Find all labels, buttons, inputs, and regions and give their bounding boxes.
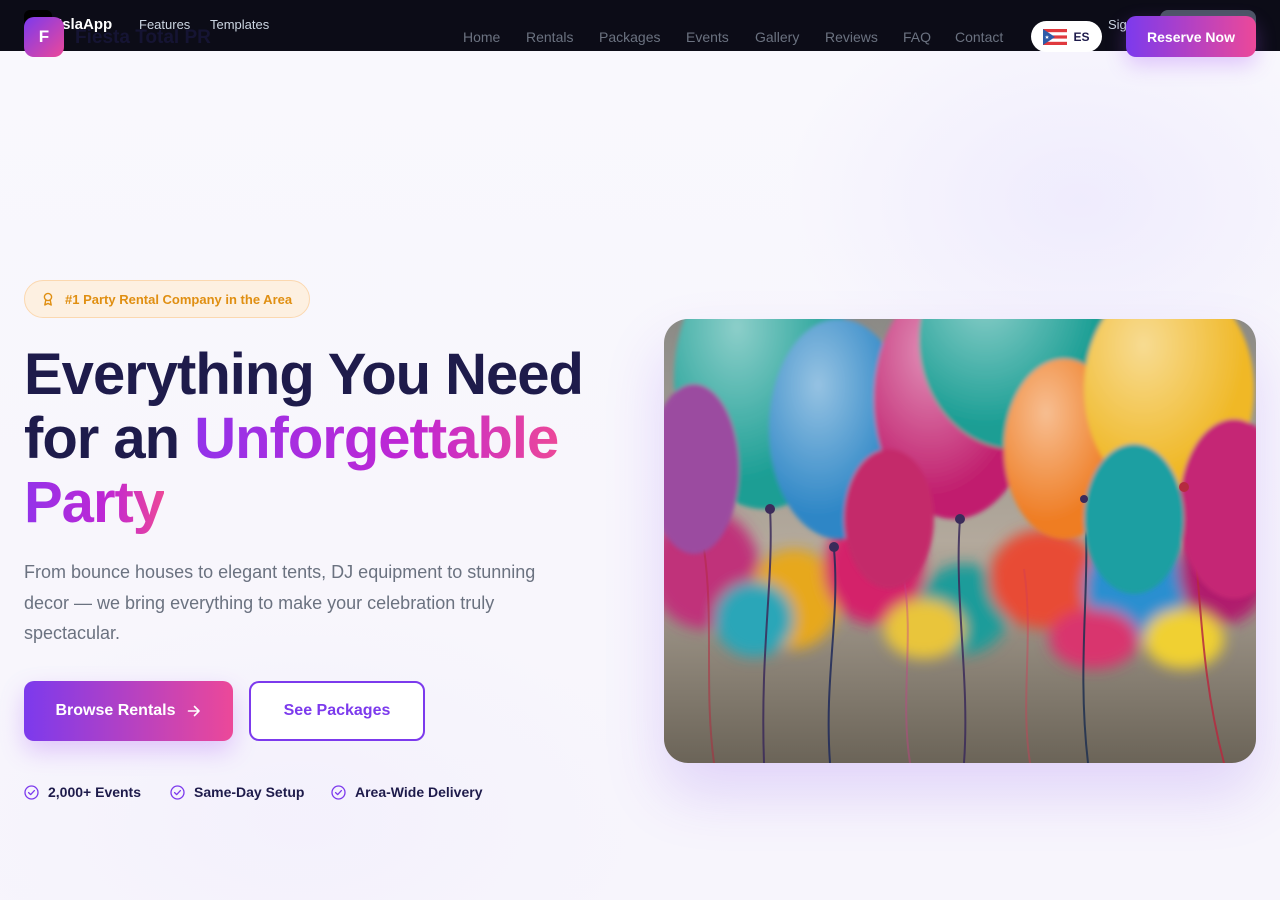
feature-events: 2,000+ Events — [24, 782, 141, 802]
platform-link-templates[interactable]: Templates — [210, 17, 269, 32]
nav-events[interactable]: Events — [686, 29, 729, 45]
feature-delivery: Area-Wide Delivery — [331, 782, 482, 802]
nav-faq[interactable]: FAQ — [903, 29, 931, 45]
hero-title-highlight-unforgettable: Unforgettable — [194, 406, 559, 471]
feature-delivery-label: Area-Wide Delivery — [355, 784, 483, 800]
balloons-illustration — [664, 319, 1256, 763]
hero-balloons-image — [664, 319, 1256, 763]
browse-rentals-button[interactable]: Browse Rentals — [24, 681, 233, 741]
nav-packages[interactable]: Packages — [599, 29, 660, 45]
feature-same-day-setup: Same-Day Setup — [170, 782, 304, 802]
feature-events-label: 2,000+ Events — [48, 784, 142, 800]
hero-title-line2-prefix: for an — [24, 406, 195, 471]
check-circle-icon — [24, 784, 39, 800]
nav-home[interactable]: Home — [463, 29, 500, 45]
nav-rentals[interactable]: Rentals — [526, 29, 573, 45]
hero-title-line1: Everything You Need — [24, 342, 584, 407]
nav-contact[interactable]: Contact — [955, 29, 1003, 45]
nav-reviews[interactable]: Reviews — [825, 29, 878, 45]
check-circle-icon — [331, 784, 346, 800]
platform-signin-link[interactable]: Sig — [1108, 17, 1127, 32]
hero-badge-text: #1 Party Rental Company in the Area — [65, 291, 293, 307]
browse-rentals-label: Browse Rentals — [55, 702, 176, 719]
site-name[interactable]: Fiesta Total PR — [75, 27, 211, 49]
nav-gallery[interactable]: Gallery — [755, 29, 799, 45]
hero-badge: #1 Party Rental Company in the Area — [24, 280, 310, 318]
hero-subtitle: From bounce houses to elegant tents, DJ … — [24, 562, 536, 643]
feature-same-day-label: Same-Day Setup — [194, 784, 305, 800]
award-icon — [43, 292, 53, 306]
puerto-rico-flag-icon — [1043, 28, 1068, 45]
site-logo[interactable]: F — [24, 17, 64, 57]
arrow-right-icon — [187, 705, 200, 717]
see-packages-button[interactable]: See Packages — [249, 681, 425, 741]
check-circle-icon — [170, 784, 185, 800]
language-label: ES — [1073, 29, 1090, 44]
hero-title-highlight-party: Party — [24, 470, 165, 535]
reserve-now-button[interactable]: Reserve Now — [1126, 16, 1256, 57]
language-toggle-button[interactable]: ES — [1031, 21, 1102, 52]
hero-title: Everything You Need for an Unforgettable… — [24, 343, 644, 535]
